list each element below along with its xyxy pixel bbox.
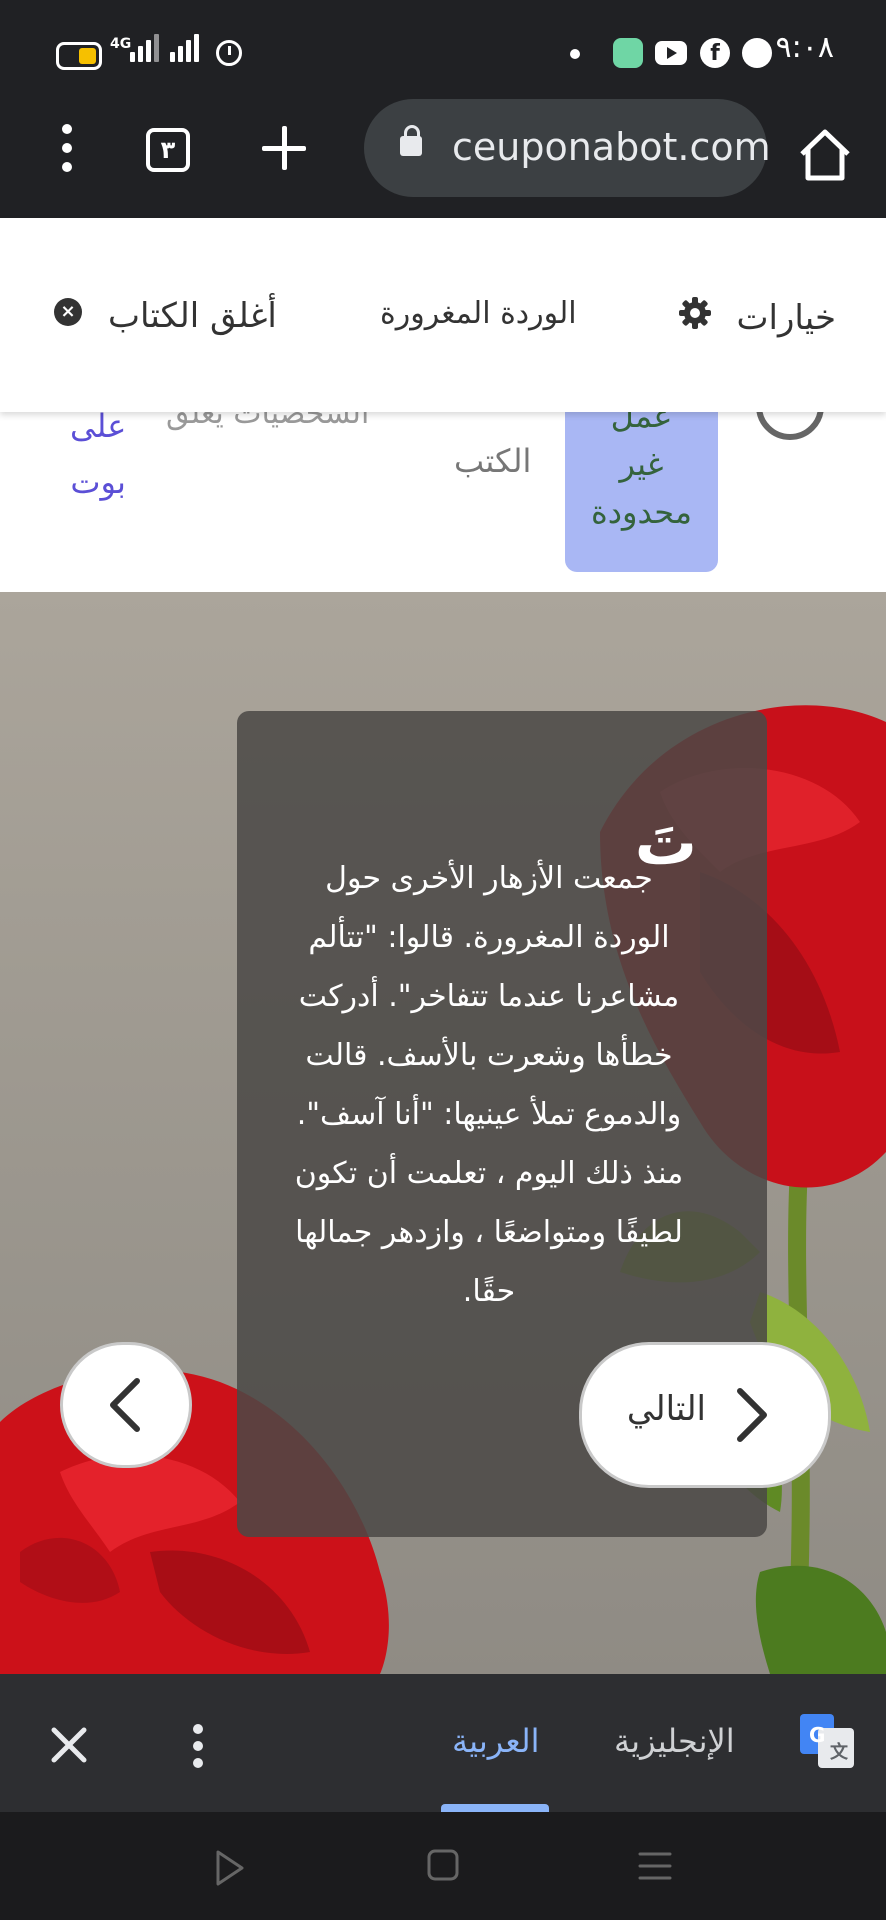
notification-dot-icon bbox=[570, 49, 580, 59]
faded-label: الشخصيات يعلق bbox=[166, 412, 370, 431]
google-translate-icon[interactable]: G 文 bbox=[800, 1714, 854, 1768]
home-nav-icon[interactable] bbox=[426, 1848, 460, 1882]
svg-text:G: G bbox=[809, 1723, 825, 1747]
facebook-icon: f bbox=[700, 38, 730, 68]
language-source-tab[interactable]: الإنجليزية bbox=[614, 1722, 735, 1760]
recents-icon[interactable] bbox=[638, 1850, 672, 1882]
book-header: خيارات الوردة المغرورة أغلق الكتاب × bbox=[0, 218, 886, 412]
more-icon[interactable] bbox=[193, 1724, 203, 1768]
new-tab-icon[interactable] bbox=[262, 126, 306, 170]
system-nav-bar bbox=[0, 1812, 886, 1920]
gear-icon[interactable] bbox=[678, 296, 712, 330]
game-icon bbox=[742, 38, 772, 68]
youtube-icon bbox=[655, 41, 687, 65]
more-icon[interactable] bbox=[62, 124, 72, 172]
story-page: تَ جمعت الأزهار الأخرى حول الوردة المغرو… bbox=[0, 592, 886, 1674]
url-text: ceuponabot.com bbox=[452, 125, 771, 169]
duo-icon bbox=[613, 38, 643, 68]
book-title: الوردة المغرورة bbox=[380, 296, 577, 331]
tabs-button[interactable]: ٣ bbox=[146, 128, 190, 172]
chevron-right-icon bbox=[737, 1388, 767, 1442]
active-tab-indicator bbox=[441, 1804, 549, 1812]
close-book-button[interactable]: أغلق الكتاب bbox=[108, 296, 277, 336]
options-button[interactable]: خيارات bbox=[736, 298, 836, 338]
promo-line: عمل bbox=[610, 412, 673, 435]
promo-badge[interactable]: عمل غير محدودة bbox=[565, 412, 718, 572]
close-icon[interactable]: × bbox=[54, 298, 82, 326]
translate-bar: G 文 الإنجليزية العربية bbox=[0, 1674, 886, 1812]
content-strip: عمل غير محدودة الكتب الشخصيات يعلق على ب… bbox=[0, 412, 886, 593]
avatar-icon[interactable] bbox=[756, 412, 824, 440]
promo-line: غير bbox=[619, 445, 664, 483]
close-icon[interactable] bbox=[50, 1726, 88, 1764]
clock: ٩:٠٨ bbox=[775, 30, 834, 65]
battery-icon bbox=[56, 42, 102, 70]
next-label: التالي bbox=[626, 1389, 706, 1429]
story-text: جمعت الأزهار الأخرى حول الوردة المغرورة.… bbox=[294, 861, 684, 1309]
back-icon[interactable] bbox=[212, 1848, 248, 1888]
promo-line: محدودة bbox=[590, 493, 693, 531]
chevron-left-icon bbox=[110, 1378, 140, 1432]
status-bar: 4G f ٩:٠٨ bbox=[0, 0, 886, 100]
alarm-icon bbox=[216, 40, 242, 66]
home-icon[interactable] bbox=[792, 122, 858, 188]
url-bar[interactable]: ceuponabot.com bbox=[364, 99, 771, 197]
previous-button[interactable] bbox=[60, 1342, 192, 1468]
network-type: 4G bbox=[110, 36, 132, 52]
lock-icon bbox=[400, 125, 422, 156]
bot-link[interactable]: على بوت bbox=[70, 412, 126, 510]
next-button[interactable]: التالي bbox=[579, 1342, 831, 1488]
language-target-tab[interactable]: العربية bbox=[452, 1722, 539, 1760]
books-label[interactable]: الكتب bbox=[454, 412, 531, 480]
svg-text:文: 文 bbox=[830, 1741, 849, 1763]
